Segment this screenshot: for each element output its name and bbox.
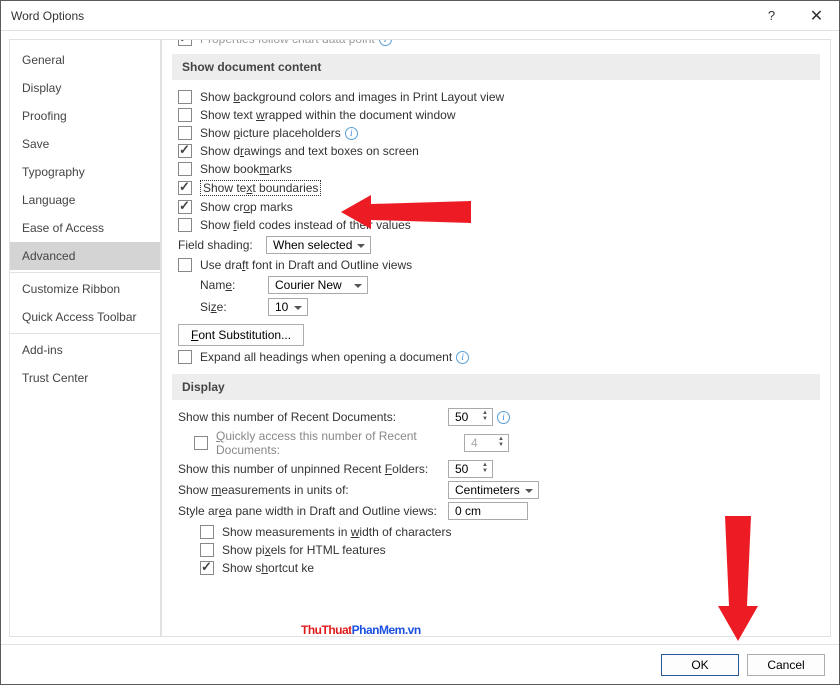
sidebar-item-general[interactable]: General <box>10 46 160 74</box>
option-row: Show picture placeholders i <box>178 124 820 142</box>
content-wrap: Properties follow chart data point i Sho… <box>161 39 831 637</box>
font-name-dropdown[interactable]: Courier New <box>268 276 368 294</box>
sidebar-item-advanced[interactable]: Advanced <box>10 242 160 270</box>
option-row: Show drawings and text boxes on screen <box>178 142 820 160</box>
name-label: Name: <box>200 278 268 292</box>
style-pane-row: Style area pane width in Draft and Outli… <box>178 502 814 520</box>
font-size-dropdown[interactable]: 10 <box>268 298 308 316</box>
option-row: Show field codes instead of their values <box>178 216 820 234</box>
font-substitution-button[interactable]: Font Substitution... <box>178 324 304 346</box>
size-row: Size: 10 <box>200 296 820 318</box>
option-row: Show bookmarks <box>178 160 820 178</box>
label: Quickly access this number of Recent Doc… <box>216 429 464 457</box>
checkbox[interactable] <box>178 162 192 176</box>
main: GeneralDisplayProofingSaveTypographyLang… <box>1 31 839 645</box>
label: Show this number of unpinned Recent Fold… <box>178 462 448 476</box>
sidebar-item-trust-center[interactable]: Trust Center <box>10 364 160 392</box>
font-sub-row: Font Substitution... <box>178 322 820 348</box>
help-button[interactable]: ? <box>749 1 794 31</box>
ok-button[interactable]: OK <box>661 654 739 676</box>
sidebar-item-proofing[interactable]: Proofing <box>10 102 160 130</box>
checkbox-meas-width[interactable] <box>200 525 214 539</box>
quick-access-row: Quickly access this number of Recent Doc… <box>178 429 814 457</box>
label: Expand all headings when opening a docum… <box>200 350 452 364</box>
dialog-footer: OK Cancel <box>1 644 839 684</box>
option-label: Show drawings and text boxes on screen <box>200 144 419 158</box>
label: Style area pane width in Draft and Outli… <box>178 504 448 518</box>
checkbox[interactable] <box>178 144 192 158</box>
cancel-button[interactable]: Cancel <box>747 654 825 676</box>
label: Show pixels for HTML features <box>222 543 386 557</box>
quick-access-spinner: 4 <box>464 434 509 452</box>
label: Show shortcut ke <box>222 561 314 575</box>
style-pane-input[interactable]: 0 cm <box>448 502 528 520</box>
pixels-html-row: Show pixels for HTML features <box>200 541 820 559</box>
option-label: Show field codes instead of their values <box>200 218 411 232</box>
field-shading-dropdown[interactable]: When selected <box>266 236 371 254</box>
size-label: Size: <box>200 300 268 314</box>
recent-docs-spinner[interactable]: 50 <box>448 408 493 426</box>
option-label: Show text boundaries <box>200 180 321 196</box>
meas-units-row: Show measurements in units of: Centimete… <box>178 481 814 499</box>
checkbox[interactable] <box>178 200 192 214</box>
checkbox-shortcut[interactable] <box>200 561 214 575</box>
content-pane[interactable]: Properties follow chart data point i Sho… <box>162 40 830 636</box>
info-icon[interactable]: i <box>497 411 510 424</box>
checkbox[interactable] <box>178 90 192 104</box>
option-label: Show picture placeholders <box>200 126 341 140</box>
meas-width-row: Show measurements in width of characters <box>200 523 820 541</box>
section-show-document-content: Show document content <box>172 54 820 80</box>
checkbox-properties-follow[interactable] <box>178 40 192 46</box>
checkbox[interactable] <box>178 108 192 122</box>
info-icon[interactable]: i <box>345 127 358 140</box>
label: Show measurements in width of characters <box>222 525 451 539</box>
label: Properties follow chart data point <box>200 40 375 46</box>
option-row: Show text boundaries <box>178 178 820 198</box>
option-label: Show background colors and images in Pri… <box>200 90 504 104</box>
checkbox-quick-access[interactable] <box>194 436 208 450</box>
label: Use draft font in Draft and Outline view… <box>200 258 412 272</box>
label: Show this number of Recent Documents: <box>178 410 448 424</box>
field-shading-row: Field shading: When selected <box>178 234 820 256</box>
label: Show measurements in units of: <box>178 483 448 497</box>
window-title: Word Options <box>11 9 749 23</box>
sidebar-item-add-ins[interactable]: Add-ins <box>10 336 160 364</box>
option-row: Show text wrapped within the document wi… <box>178 106 820 124</box>
section-display: Display <box>172 374 820 400</box>
use-draft-row: Use draft font in Draft and Outline view… <box>178 256 820 274</box>
close-button[interactable]: ✕ <box>794 1 839 31</box>
sidebar-item-language[interactable]: Language <box>10 186 160 214</box>
option-row: Show crop marks <box>178 198 820 216</box>
sidebar-item-quick-access-toolbar[interactable]: Quick Access Toolbar <box>10 303 160 331</box>
option-label: Show bookmarks <box>200 162 292 176</box>
info-icon[interactable]: i <box>379 40 392 46</box>
clipped-option: Properties follow chart data point i <box>178 40 814 46</box>
sidebar-item-typography[interactable]: Typography <box>10 158 160 186</box>
unpinned-row: Show this number of unpinned Recent Fold… <box>178 460 814 478</box>
shortcut-row: Show shortcut ke <box>200 559 820 577</box>
checkbox-use-draft[interactable] <box>178 258 192 272</box>
option-label: Show crop marks <box>200 200 293 214</box>
option-row: Show background colors and images in Pri… <box>178 88 820 106</box>
recent-docs-row: Show this number of Recent Documents: 50… <box>178 408 814 426</box>
sidebar-item-display[interactable]: Display <box>10 74 160 102</box>
checkbox-pixels-html[interactable] <box>200 543 214 557</box>
checkbox[interactable] <box>178 218 192 232</box>
units-dropdown[interactable]: Centimeters <box>448 481 539 499</box>
titlebar: Word Options ? ✕ <box>1 1 839 31</box>
sidebar: GeneralDisplayProofingSaveTypographyLang… <box>9 39 161 637</box>
info-icon[interactable]: i <box>456 351 469 364</box>
sidebar-item-ease-of-access[interactable]: Ease of Access <box>10 214 160 242</box>
checkbox[interactable] <box>178 126 192 140</box>
name-row: Name: Courier New <box>200 274 820 296</box>
field-shading-label: Field shading: <box>178 238 266 252</box>
option-label: Show text wrapped within the document wi… <box>200 108 455 122</box>
sidebar-item-customize-ribbon[interactable]: Customize Ribbon <box>10 275 160 303</box>
unpinned-spinner[interactable]: 50 <box>448 460 493 478</box>
sidebar-item-save[interactable]: Save <box>10 130 160 158</box>
checkbox-expand-headings[interactable] <box>178 350 192 364</box>
expand-headings-row: Expand all headings when opening a docum… <box>178 348 820 366</box>
checkbox[interactable] <box>178 181 192 195</box>
